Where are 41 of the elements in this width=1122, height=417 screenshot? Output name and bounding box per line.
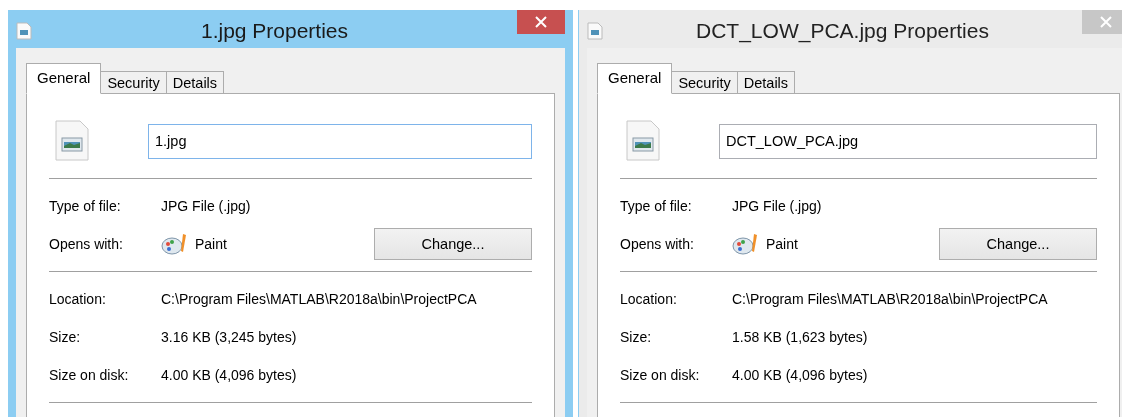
image-file-icon (625, 120, 661, 162)
paint-palette-icon (161, 232, 189, 256)
image-file-icon (587, 22, 603, 40)
tab[interactable]: General (597, 63, 673, 94)
field-value: JPG File (.jpg) (161, 198, 252, 214)
field-value: 4.00 KB (4,096 bytes) (732, 367, 869, 383)
tab[interactable]: Details (736, 71, 796, 94)
close-icon (1100, 16, 1112, 28)
file-name-field[interactable]: DCT_LOW_PCA.jpg (719, 123, 1097, 159)
field-label: Size: (49, 329, 82, 345)
field-label: Location: (620, 291, 678, 307)
tab[interactable]: Details (165, 71, 225, 94)
tab[interactable]: Security (100, 71, 167, 94)
tab[interactable]: General (26, 63, 102, 94)
field-label: Size: (620, 329, 653, 345)
change-button[interactable]: Change... (374, 228, 532, 260)
field-value: 4.00 KB (4,096 bytes) (161, 367, 298, 383)
file-name-field[interactable]: 1.jpg (148, 123, 532, 159)
paint-palette-icon (732, 232, 760, 256)
field-label: Type of file: (49, 198, 122, 214)
change-button[interactable]: Change... (939, 228, 1097, 260)
field-label: Opens with: (620, 236, 695, 252)
field-label: Size on disk: (49, 367, 130, 383)
field-value: C:\Program Files\MATLAB\R2018a\bin\ProjectPCA (732, 291, 1049, 307)
field-label: Location: (49, 291, 107, 307)
field-label: Opens with: (49, 236, 124, 252)
window-title: 1.jpg Properties (199, 18, 350, 43)
window-title: DCT_LOW_PCA.jpg Properties (695, 18, 990, 43)
field-value: 1.58 KB (1,623 bytes) (732, 329, 869, 345)
close-icon (535, 16, 547, 28)
app-name: Paint (195, 236, 227, 252)
image-file-icon (16, 22, 32, 40)
app-name: Paint (766, 236, 798, 252)
field-label: Size on disk: (620, 367, 701, 383)
field-label: Type of file: (620, 198, 693, 214)
image-file-icon (54, 120, 90, 162)
tab[interactable]: Security (671, 71, 738, 94)
field-value: C:\Program Files\MATLAB\R2018a\bin\ProjectPCA (161, 291, 478, 307)
close-button[interactable] (517, 10, 565, 34)
field-value: JPG File (.jpg) (732, 198, 823, 214)
field-value: 3.16 KB (3,245 bytes) (161, 329, 298, 345)
